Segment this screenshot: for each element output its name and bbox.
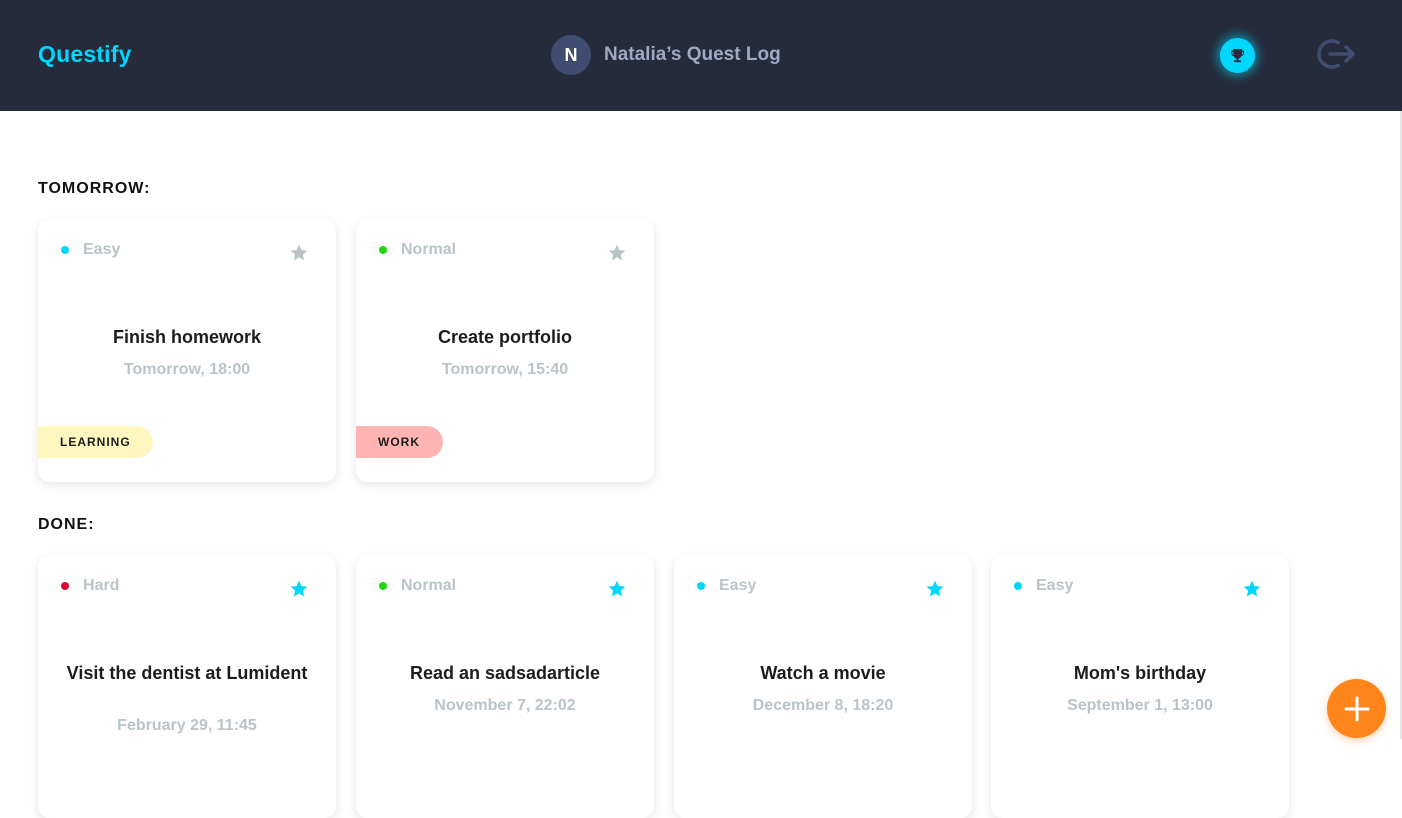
- plus-icon: [1344, 696, 1369, 721]
- difficulty-selector[interactable]: Easy: [1014, 577, 1073, 595]
- quest-date: February 29, 11:45: [117, 717, 257, 734]
- quest-date: September 1, 13:00: [1067, 697, 1213, 714]
- difficulty-dot: [1014, 582, 1022, 590]
- quest-card[interactable]: Normal Read an sadsadarticle November 7,…: [356, 555, 654, 818]
- quest-card[interactable]: Easy Mom's birthday September 1, 13:00: [991, 555, 1289, 818]
- star-icon[interactable]: [1242, 579, 1262, 599]
- difficulty-selector[interactable]: Hard: [61, 577, 119, 595]
- add-quest-button[interactable]: [1327, 679, 1386, 738]
- trophy-icon: [1230, 48, 1245, 63]
- difficulty-label: Easy: [83, 241, 121, 258]
- logout-icon: [1317, 39, 1355, 69]
- avatar: N: [551, 35, 591, 75]
- quest-title: Finish homework: [112, 327, 262, 347]
- quest-card[interactable]: Hard Visit the dentist at Lumident Febru…: [38, 555, 336, 818]
- quest-title: Create portfolio: [437, 327, 572, 347]
- category-badge[interactable]: WORK: [356, 426, 443, 458]
- difficulty-dot: [61, 246, 69, 254]
- difficulty-label: Easy: [1036, 577, 1074, 594]
- quest-title: Mom's birthday: [1073, 663, 1207, 683]
- difficulty-dot: [379, 582, 387, 590]
- quest-date: November 7, 22:02: [434, 697, 576, 714]
- app-header: Questify N Natalia’s Quest Log: [0, 0, 1402, 111]
- difficulty-dot: [697, 582, 705, 590]
- star-icon[interactable]: [607, 243, 627, 263]
- star-icon[interactable]: [925, 579, 945, 599]
- category-badge[interactable]: LEARNING: [38, 426, 153, 458]
- difficulty-label: Hard: [83, 577, 120, 594]
- difficulty-dot: [61, 582, 69, 590]
- star-icon[interactable]: [289, 579, 309, 599]
- star-icon[interactable]: [607, 579, 627, 599]
- difficulty-dot: [379, 246, 387, 254]
- quest-card[interactable]: Normal Create portfolio Tomorrow, 15:40 …: [356, 219, 654, 482]
- user-info: N Natalia’s Quest Log: [551, 35, 781, 75]
- difficulty-selector[interactable]: Easy: [61, 241, 120, 259]
- section-title-done: DONE:: [38, 516, 95, 533]
- quest-title: Watch a movie: [760, 663, 886, 683]
- difficulty-label: Normal: [401, 241, 457, 258]
- quest-title: Visit the dentist at Lumident: [66, 663, 308, 683]
- quest-title: Read an sadsadarticle: [409, 663, 601, 683]
- quest-date: December 8, 18:20: [752, 697, 894, 714]
- quest-date: Tomorrow, 15:40: [441, 361, 569, 378]
- difficulty-label: Easy: [719, 577, 757, 594]
- section-title-tomorrow: TOMORROW:: [38, 180, 151, 197]
- challenges-button[interactable]: [1220, 38, 1255, 73]
- quest-card[interactable]: Easy Watch a movie December 8, 18:20: [674, 555, 972, 818]
- difficulty-selector[interactable]: Normal: [379, 577, 456, 595]
- app-logo[interactable]: Questify: [38, 41, 132, 68]
- difficulty-selector[interactable]: Easy: [697, 577, 756, 595]
- page-title: Natalia’s Quest Log: [604, 44, 781, 65]
- difficulty-selector[interactable]: Normal: [379, 241, 456, 259]
- quest-date: Tomorrow, 18:00: [123, 361, 251, 378]
- quest-card[interactable]: Easy Finish homework Tomorrow, 18:00 LEA…: [38, 219, 336, 482]
- logout-button[interactable]: [1314, 36, 1358, 72]
- difficulty-label: Normal: [401, 577, 457, 594]
- star-icon[interactable]: [289, 243, 309, 263]
